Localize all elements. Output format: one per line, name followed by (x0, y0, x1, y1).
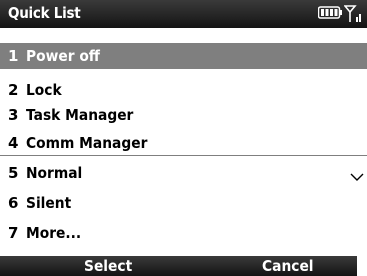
select-softkey[interactable]: Select (84, 257, 132, 275)
item-label: Task Manager (26, 106, 134, 124)
item-number: 6 (8, 194, 19, 212)
item-number: 7 (8, 224, 19, 242)
item-label: Comm Manager (26, 134, 148, 152)
softbar-edge (357, 256, 367, 276)
item-number: 4 (8, 134, 19, 152)
chevron-down-icon[interactable] (350, 172, 364, 182)
signal-strength-icon (344, 5, 361, 22)
list-item-task-manager[interactable]: 3 Task Manager (0, 102, 367, 128)
list-item-comm-manager[interactable]: 4 Comm Manager (0, 130, 367, 156)
item-label: Normal (26, 164, 83, 182)
quick-list-screen: Quick List 1 Power off 2 Lock 3 Task Man… (0, 0, 367, 276)
battery-icon (318, 6, 342, 19)
item-label: Lock (26, 81, 62, 99)
item-number: 3 (8, 106, 19, 124)
list-item-normal[interactable]: 5 Normal (0, 160, 367, 186)
softkey-bar: Select Cancel (0, 256, 367, 276)
list-item-silent[interactable]: 6 Silent (0, 190, 367, 216)
item-label: More... (26, 224, 82, 242)
item-number: 2 (8, 81, 19, 99)
list-item-more[interactable]: 7 More... (0, 220, 367, 246)
item-label: Power off (26, 47, 100, 65)
cancel-softkey[interactable]: Cancel (262, 257, 314, 275)
page-title: Quick List (8, 4, 81, 22)
list-item-lock[interactable]: 2 Lock (0, 77, 367, 103)
item-number: 1 (8, 47, 19, 65)
title-bar: Quick List (0, 0, 367, 28)
list-item-power-off[interactable]: 1 Power off (0, 43, 367, 69)
item-number: 5 (8, 164, 19, 182)
item-label: Silent (26, 194, 72, 212)
